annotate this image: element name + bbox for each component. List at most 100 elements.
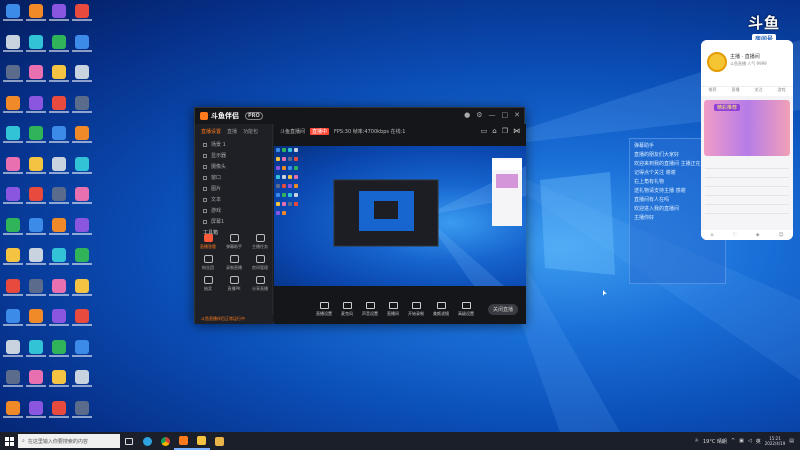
gift-icon[interactable]: ◈ <box>756 232 760 238</box>
desktop-app-icon[interactable] <box>25 65 47 83</box>
desktop-app-icon[interactable] <box>25 309 47 327</box>
weather-icon[interactable]: ☼ <box>695 438 699 444</box>
desktop-app-icon[interactable] <box>2 126 24 144</box>
desktop-app-icon[interactable] <box>48 370 70 388</box>
taskbar-search[interactable]: ⌕ 在这里输入你要搜索的内容 <box>18 434 120 448</box>
desktop-app-icon[interactable] <box>2 95 24 114</box>
desktop-app-icon[interactable] <box>71 187 93 205</box>
scene-item[interactable]: 文本 <box>195 194 272 205</box>
tool-share[interactable]: 分享直播 <box>247 276 273 292</box>
notification-icon[interactable]: ▤ <box>789 438 794 444</box>
control-advanced[interactable]: 高级设置 <box>458 301 474 317</box>
desktop-app-icon[interactable] <box>48 400 70 419</box>
desktop-app-icon[interactable] <box>2 370 24 388</box>
desktop-app-icon[interactable] <box>71 278 93 297</box>
mobile-tab[interactable]: 推荐 <box>709 87 717 96</box>
desktop-app-icon[interactable] <box>2 339 24 358</box>
stop-live-button[interactable]: 关闭直播 <box>488 303 518 315</box>
scene-item[interactable]: 游戏 <box>195 205 272 216</box>
desktop-app-icon[interactable] <box>25 400 47 419</box>
desktop-app-icon[interactable] <box>25 4 47 22</box>
scene-header[interactable]: 场景 1 <box>195 139 272 150</box>
desktop-app-icon[interactable] <box>2 4 24 22</box>
network-icon[interactable]: ▣ <box>739 438 744 444</box>
desktop-app-icon[interactable] <box>71 370 93 388</box>
desktop-app-icon[interactable] <box>71 156 93 175</box>
desktop-app-icon[interactable] <box>25 217 47 236</box>
desktop-app-icon[interactable] <box>71 34 93 53</box>
control-beauty[interactable]: 美颜滤镜 <box>433 301 449 317</box>
control-live-settings[interactable]: 直播设置 <box>316 301 332 317</box>
desktop-app-icon[interactable] <box>25 248 47 266</box>
taskbar-app-edge[interactable] <box>138 432 156 450</box>
heart-icon[interactable]: ♡ <box>732 232 736 238</box>
scene-item[interactable]: 摄像头 <box>195 161 272 172</box>
clock[interactable]: 15:21 2022/4/19 <box>765 436 786 446</box>
desktop-app-icon[interactable] <box>2 278 24 297</box>
stream-preview[interactable] <box>274 146 526 286</box>
desktop-app-icon[interactable] <box>25 339 47 358</box>
desktop-app-icon[interactable] <box>25 126 47 144</box>
tool-quiz[interactable]: 直播答题 <box>195 234 221 250</box>
copy-icon[interactable]: ❐ <box>502 127 508 135</box>
desktop-app-icon[interactable] <box>25 370 47 388</box>
start-button[interactable] <box>0 432 18 450</box>
list-item[interactable] <box>705 160 789 169</box>
settings-icon[interactable]: ⚙ <box>476 111 482 119</box>
desktop-app-icon[interactable] <box>48 126 70 144</box>
desktop-app-icon[interactable] <box>71 65 93 83</box>
desktop-app-icon[interactable] <box>71 400 93 419</box>
desktop-app-icon[interactable] <box>25 34 47 53</box>
avatar-icon[interactable]: ● <box>464 111 470 119</box>
scene-item[interactable]: 屏幕1 <box>195 216 272 227</box>
desktop-app-icon[interactable] <box>2 65 24 83</box>
close-icon[interactable]: ✕ <box>514 111 520 119</box>
tool-room[interactable]: 房间管理 <box>247 255 273 271</box>
desktop-app-icon[interactable] <box>2 400 24 419</box>
input-language[interactable]: 英 <box>756 438 761 445</box>
desktop-app-icon[interactable] <box>25 278 47 297</box>
desktop-app-icon[interactable] <box>71 95 93 114</box>
desktop-app-icon[interactable] <box>48 156 70 175</box>
mobile-tab[interactable]: 直播 <box>732 87 740 96</box>
desktop-app-icon[interactable] <box>2 309 24 327</box>
task-view-button[interactable] <box>120 432 138 450</box>
list-item[interactable] <box>705 178 789 187</box>
list-item[interactable] <box>705 187 789 196</box>
lock-icon[interactable]: ⌂ <box>492 127 496 135</box>
desktop-app-icon[interactable] <box>2 217 24 236</box>
desktop-app-icon[interactable] <box>71 248 93 266</box>
tool-danmaku[interactable]: 弹幕助手 <box>221 234 247 250</box>
volume-icon[interactable]: ◁ <box>748 438 752 444</box>
taskbar-app-chrome[interactable] <box>156 432 174 450</box>
tab-features[interactable]: 功能包 <box>243 128 258 135</box>
scene-item[interactable]: 显示器 <box>195 150 272 161</box>
taskbar-app-douyu[interactable] <box>174 432 192 450</box>
chat-icon[interactable]: ▭ <box>481 127 488 135</box>
desktop-app-icon[interactable] <box>48 187 70 205</box>
chevron-up-icon[interactable]: ^ <box>731 438 735 444</box>
desktop-app-icon[interactable] <box>71 217 93 236</box>
minimize-icon[interactable]: — <box>489 111 496 119</box>
list-item[interactable] <box>705 196 789 205</box>
control-sound[interactable]: 声音设置 <box>362 301 378 317</box>
desktop-app-icon[interactable] <box>48 339 70 358</box>
scene-item[interactable]: 窗口 <box>195 172 272 183</box>
share-icon[interactable]: ⋈ <box>513 127 520 135</box>
control-mic[interactable]: 麦克风 <box>341 301 353 317</box>
mobile-tab[interactable]: 关注 <box>755 87 763 96</box>
tool-lottery[interactable]: 抽奖 <box>195 276 221 292</box>
list-item[interactable] <box>705 205 789 214</box>
tool-tasks[interactable]: 主播任务 <box>247 234 273 250</box>
home-icon[interactable]: ⌂ <box>710 232 713 238</box>
tool-pk[interactable]: 直播PK <box>221 276 247 292</box>
tab-live[interactable]: 直播 <box>227 128 237 135</box>
desktop-app-icon[interactable] <box>48 248 70 266</box>
desktop-app-icon[interactable] <box>48 95 70 114</box>
desktop-app-icon[interactable] <box>48 309 70 327</box>
user-icon[interactable]: ☺ <box>778 232 783 238</box>
control-room[interactable]: 直播间 <box>387 301 399 317</box>
desktop-app-icon[interactable] <box>48 4 70 22</box>
weather-text[interactable]: 19°C 晴朗 <box>703 438 727 445</box>
desktop-app-icon[interactable] <box>2 34 24 53</box>
